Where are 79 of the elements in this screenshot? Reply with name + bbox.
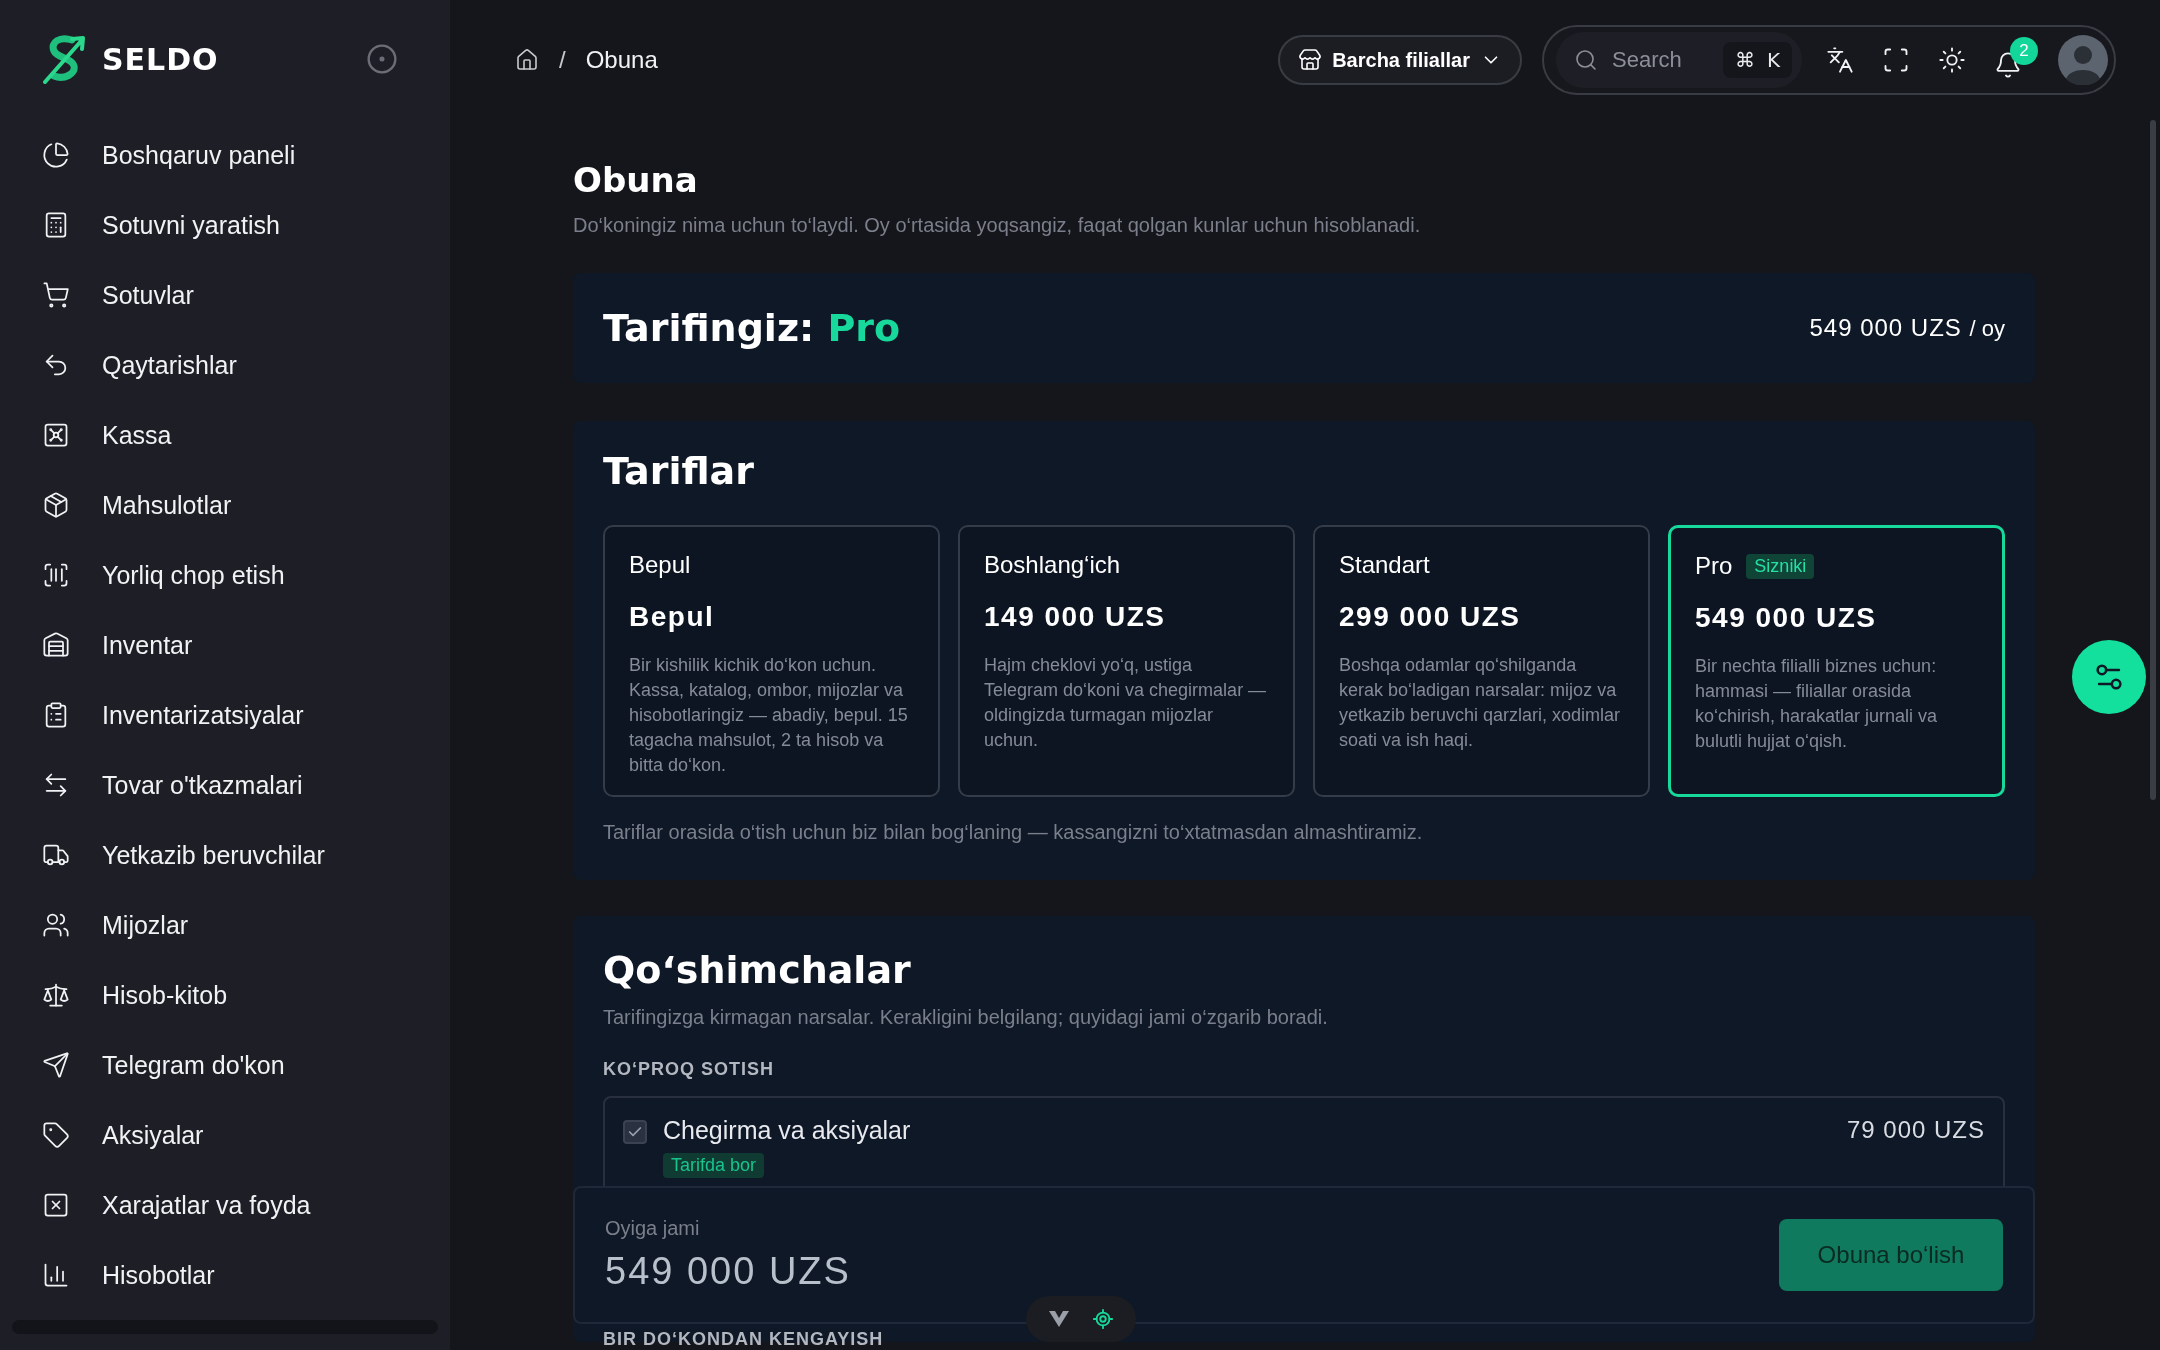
plan-card[interactable]: Bepul Bepul Bir kishilik kichik do‘kon uchun. Kassa, katalog, ombor, mijozlar va hisobotlaringiz — abadiy, bepul. 15 tagacha mahsulot, 2 ta hisob va bitta do‘kon. bbox=[603, 525, 940, 797]
plan-card[interactable]: Pro Sizniki 549 000 UZS Bir nechta filialli biznes uchun: hammasi — filiallar orasida ko‘chirish, harakatlar jurnali va bulutli hujjat o‘qish. bbox=[1668, 525, 2005, 797]
sidebar-item[interactable]: Tovar o'tkazmalari bbox=[42, 750, 450, 820]
current-plan-price: 549 000 UZS / oy bbox=[1809, 314, 2005, 342]
avatar[interactable] bbox=[2058, 35, 2108, 85]
chevron-logo-icon[interactable] bbox=[1048, 1310, 1070, 1328]
plan-price: 549 000 UZS bbox=[1695, 602, 1877, 634]
sidebar-item[interactable]: Aksiyalar bbox=[42, 1100, 450, 1170]
section-title: Tariflar bbox=[603, 449, 755, 493]
scale-icon bbox=[42, 981, 70, 1009]
plan-card[interactable]: Standart 299 000 UZS Boshqa odamlar qo‘shilganda kerak bo‘ladigan narsalar: mijoz va yetkazib beruvchi qarzlari, xodimlar soati va ish haqi. bbox=[1313, 525, 1650, 797]
plan-name: Standart bbox=[1339, 551, 1430, 579]
sidebar-toggle-icon[interactable] bbox=[366, 43, 398, 75]
page-title: Obuna bbox=[573, 160, 699, 200]
plan-description: Hajm cheklovi yo‘q, ustiga Telegram do‘koni va chegirmalar — oldingizda turmagan mijozlar uchun. bbox=[984, 654, 1268, 752]
checkbox[interactable] bbox=[623, 1120, 647, 1144]
paper-plane-icon bbox=[42, 1051, 70, 1079]
bar-chart-icon bbox=[42, 1261, 70, 1289]
plan-name: Bepul bbox=[629, 551, 691, 579]
sidebar-item[interactable]: Inventarizatsiyalar bbox=[42, 680, 450, 750]
crosshair-icon[interactable] bbox=[1092, 1308, 1114, 1330]
included-tag: Tarifda bor bbox=[663, 1153, 765, 1178]
fullscreen-icon bbox=[1882, 46, 1910, 74]
brand-name: SELDO bbox=[102, 41, 220, 77]
tag-icon bbox=[42, 1121, 70, 1149]
translate-icon bbox=[1826, 46, 1854, 74]
sidebar-item[interactable]: Yetkazib beruvchilar bbox=[42, 820, 450, 890]
sun-icon bbox=[1938, 46, 1966, 74]
plan-price: 149 000 UZS bbox=[984, 601, 1166, 633]
users-icon bbox=[42, 911, 70, 939]
warehouse-icon bbox=[42, 631, 70, 659]
section-title: Qo‘shimchalar bbox=[603, 948, 912, 992]
current-badge: Sizniki bbox=[1746, 553, 1815, 579]
current-plan-title: Tarifingiz: Pro bbox=[603, 306, 901, 350]
addon-price: 79 000 UZS bbox=[1846, 1116, 1985, 1144]
breadcrumb-current: Obuna bbox=[585, 46, 658, 74]
shortcut-hint: ⌘ K bbox=[1722, 42, 1792, 78]
breadcrumb-separator: / bbox=[559, 46, 566, 74]
pie-chart-icon bbox=[42, 141, 70, 169]
plan-name: Boshlang‘ich bbox=[984, 551, 1121, 579]
group-heading: BIR DO‘KONDAN KENGAYISH bbox=[603, 1328, 884, 1350]
scrollbar[interactable] bbox=[2150, 120, 2156, 800]
sidebar-item[interactable]: Mijozlar bbox=[42, 890, 450, 960]
sidebar-item[interactable]: Xarajatlar va foyda bbox=[42, 1170, 450, 1240]
group-heading: KO‘PROQ SOTISH bbox=[603, 1059, 776, 1080]
plan-price: Bepul bbox=[629, 601, 715, 633]
notification-count: 2 bbox=[2010, 37, 2038, 65]
plan-price: 299 000 UZS bbox=[1339, 601, 1521, 633]
sidebar-item[interactable]: Telegram do'kon bbox=[42, 1030, 450, 1100]
total-label: Oyiga jami bbox=[605, 1217, 701, 1240]
sidebar-item[interactable]: Sotuvlar bbox=[42, 260, 450, 330]
cart-icon bbox=[42, 281, 70, 309]
sidebar-item[interactable]: Boshqaruv paneli bbox=[42, 120, 450, 190]
bell-icon bbox=[1994, 51, 2022, 79]
home-icon[interactable] bbox=[515, 48, 539, 72]
section-subtitle: Tarifingizga kirmagan narsalar. Kerakligini belgilang; quyidagi jami o‘zgarib boradi. bbox=[603, 1006, 1329, 1029]
sidebar-item[interactable]: Qaytarishlar bbox=[42, 330, 450, 400]
sidebar-item[interactable]: Sotuvni yaratish bbox=[42, 190, 450, 260]
plan-card[interactable]: Boshlang‘ich 149 000 UZS Hajm cheklovi yo‘q, ustiga Telegram do‘koni va chegirmalar — oldingizda turmagan mijozlar uchun. bbox=[958, 525, 1295, 797]
plan-description: Bir nechta filialli biznes uchun: hammasi — filiallar orasida ko‘chirish, harakatlar jurnali va bulutli hujjat o‘qish. bbox=[1695, 655, 1939, 753]
plan-name: Pro bbox=[1695, 552, 1733, 580]
sidebar-item[interactable]: Hisobotlar bbox=[42, 1240, 450, 1310]
barcode-icon bbox=[42, 561, 70, 589]
plan-description: Bir kishilik kichik do‘kon uchun. Kassa, katalog, ombor, mijozlar va hisobotlaringiz — abadiy, bepul. 15 tagacha mahsulot, 2 ta hisob va bitta do‘kon. bbox=[629, 654, 909, 777]
plans-note: Tariflar orasida o‘tish uchun biz bilan bog‘laning — kassangizni to‘xtatmasdan almashtiramiz. bbox=[603, 821, 1424, 844]
box-icon bbox=[42, 491, 70, 519]
addon-name: Chegirma va aksiyalar bbox=[663, 1116, 911, 1145]
plan-description: Boshqa odamlar qo‘shilganda kerak bo‘ladigan narsalar: mijoz va yetkazib beruvchi qarzlari, xodimlar soati va ish haqi. bbox=[1339, 654, 1622, 752]
search-icon bbox=[1574, 48, 1598, 72]
sidebar-item[interactable]: Hisob-kitob bbox=[42, 960, 450, 1030]
branch-selector[interactable]: Barcha filiallar bbox=[1278, 35, 1522, 85]
page-subtitle: Do‘koningiz nima uchun to‘laydi. Oy o‘rtasida yoqsangiz, faqat qolgan kunlar uchun hisoblanadi. bbox=[573, 214, 1422, 237]
sidebar-item[interactable]: Yorliq chop etish bbox=[42, 540, 450, 610]
sidebar-item[interactable]: Mahsulotlar bbox=[42, 470, 450, 540]
sidebar-item[interactable]: Inventar bbox=[42, 610, 450, 680]
total-amount: 549 000 UZS bbox=[605, 1250, 851, 1293]
sidebar-item[interactable]: Kassa bbox=[42, 400, 450, 470]
logo-icon bbox=[42, 34, 88, 84]
store-icon bbox=[1298, 48, 1323, 72]
